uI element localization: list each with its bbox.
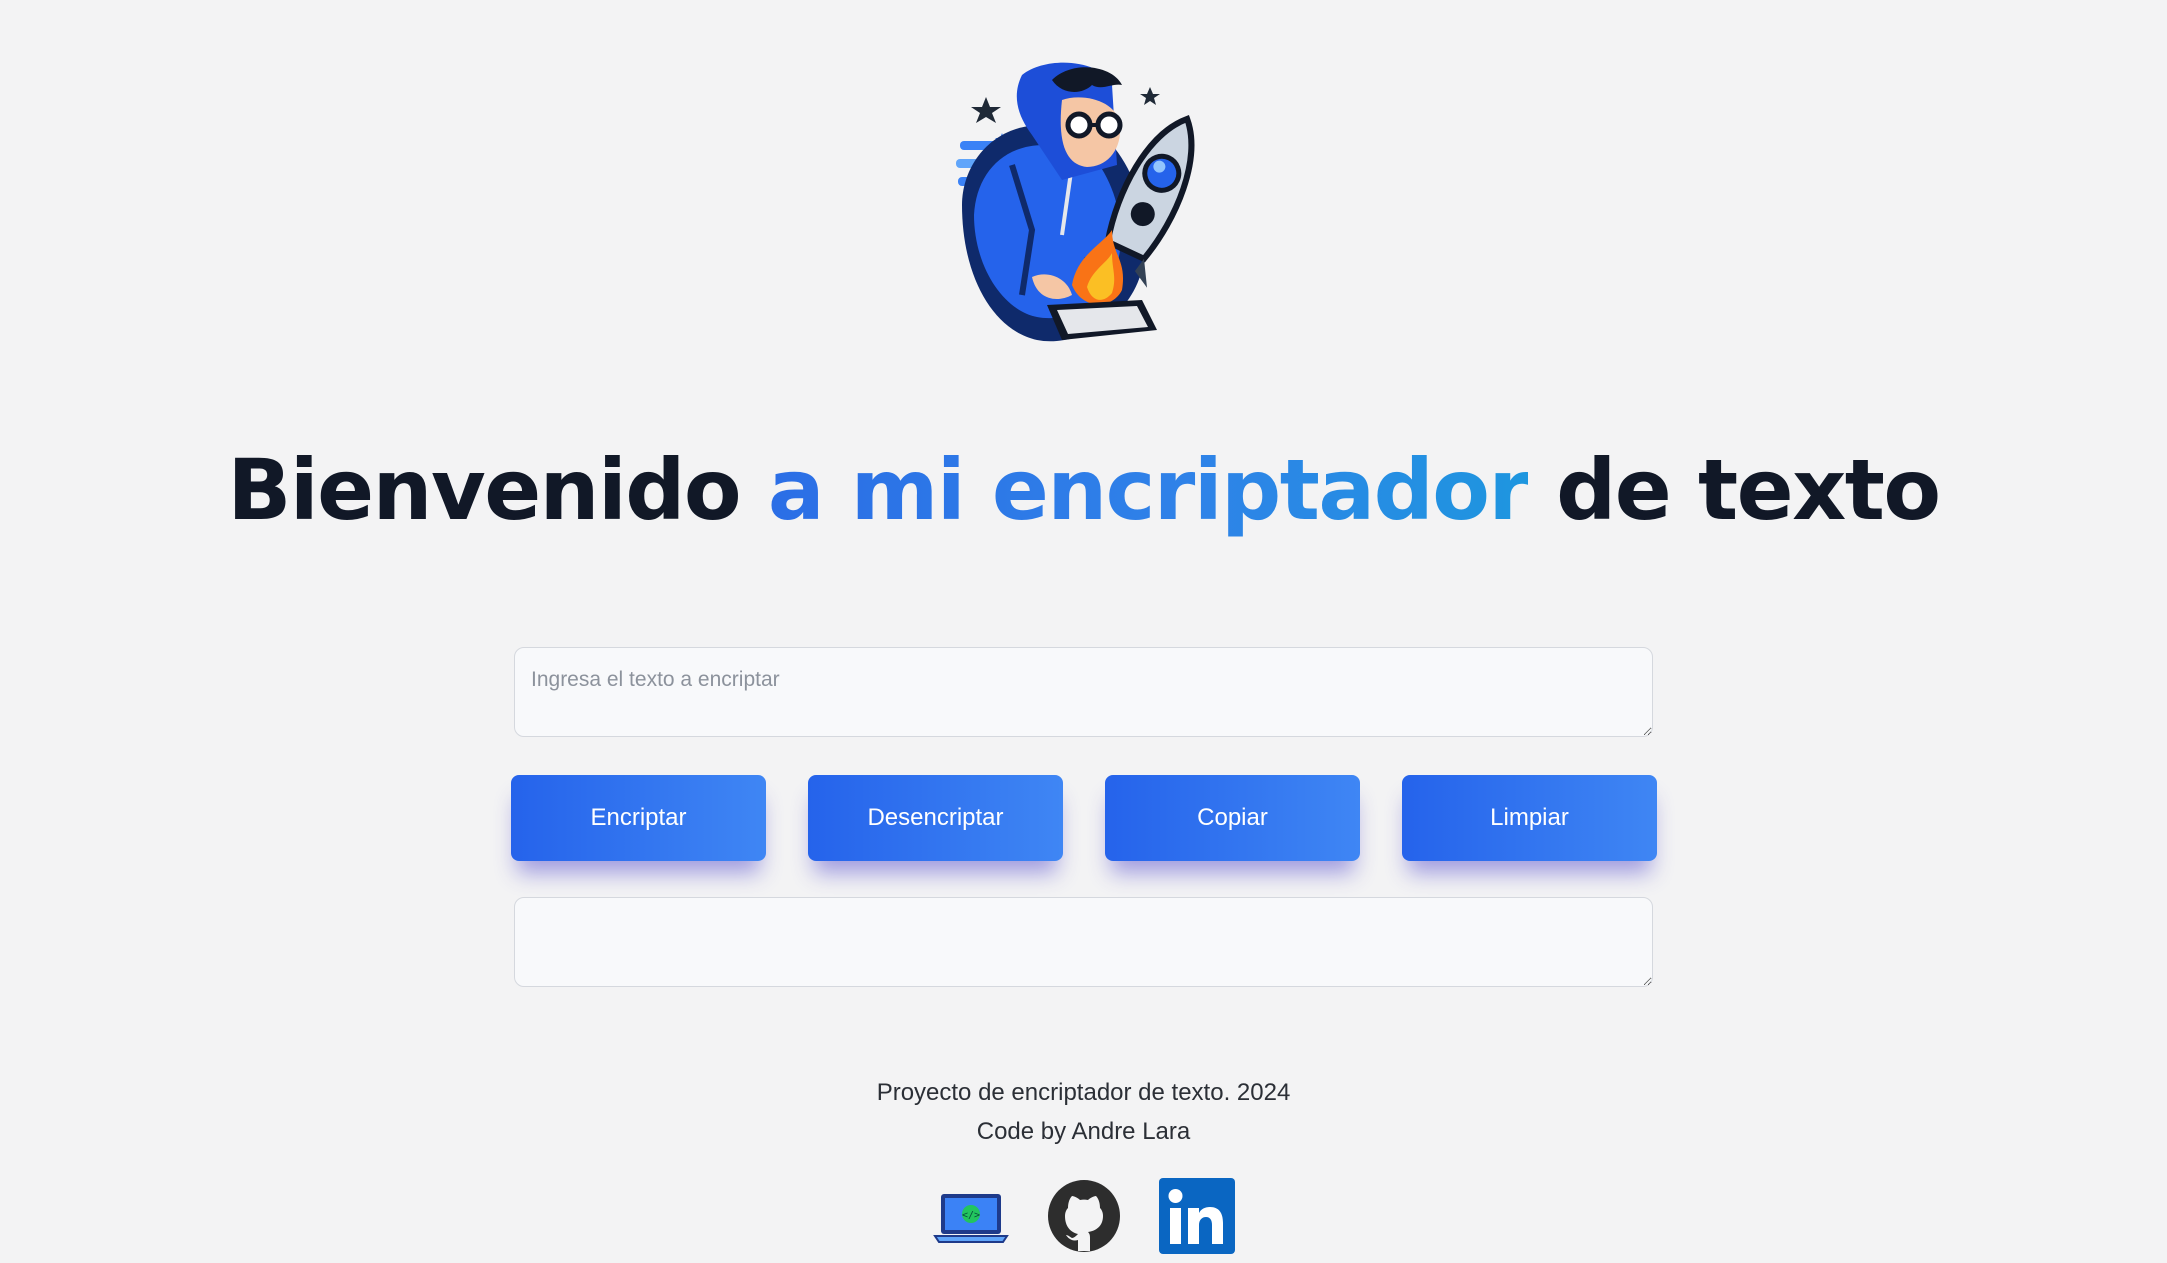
svg-text:</>: </> xyxy=(962,1210,980,1221)
decrypt-button[interactable]: Desencriptar xyxy=(808,775,1063,861)
portfolio-laptop-icon[interactable]: </> xyxy=(933,1178,1009,1254)
page: Bienvenido a mi encriptador de texto Enc… xyxy=(0,0,2167,1263)
copy-button[interactable]: Copiar xyxy=(1105,775,1360,861)
action-buttons: Encriptar Desencriptar Copiar Limpiar xyxy=(511,775,1657,861)
developer-rocket-logo xyxy=(956,62,1195,342)
encrypt-button[interactable]: Encriptar xyxy=(511,775,766,861)
output-text-area[interactable] xyxy=(514,897,1653,987)
clear-button[interactable]: Limpiar xyxy=(1402,775,1657,861)
title-text-start: Bienvenido xyxy=(227,441,768,539)
page-title: Bienvenido a mi encriptador de texto xyxy=(0,435,2167,545)
social-links: </> xyxy=(933,1178,1235,1254)
linkedin-icon[interactable] xyxy=(1159,1178,1235,1254)
title-text-end: de texto xyxy=(1528,441,1941,539)
footer: Proyecto de encriptador de texto. 2024 C… xyxy=(0,1073,2167,1151)
input-text-area[interactable] xyxy=(514,647,1653,737)
github-icon[interactable] xyxy=(1046,1178,1122,1254)
title-text-accent: a mi encriptador xyxy=(767,441,1530,539)
footer-project-text: Proyecto de encriptador de texto. 2024 xyxy=(876,1079,1291,1106)
footer-credit-text: Code by Andre Lara xyxy=(976,1118,1191,1145)
